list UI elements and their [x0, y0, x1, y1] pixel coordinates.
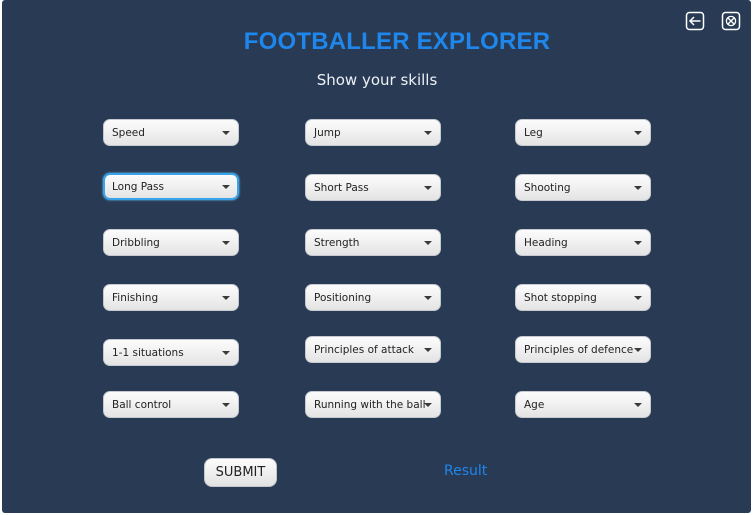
- chevron-down-icon: [424, 186, 432, 190]
- chevron-down-icon: [634, 131, 642, 135]
- chevron-down-icon: [222, 351, 230, 355]
- long-pass-dropdown[interactable]: Long Pass: [103, 173, 239, 200]
- age-dropdown[interactable]: Age: [515, 391, 651, 418]
- chevron-down-icon: [634, 296, 642, 300]
- dribbling-dropdown[interactable]: Dribbling: [103, 229, 239, 256]
- chevron-down-icon: [634, 403, 642, 407]
- dropdown-label: Finishing: [112, 292, 159, 304]
- app-subtitle: Show your skills: [316, 71, 438, 89]
- chevron-down-icon: [222, 131, 230, 135]
- dropdown-label: Speed: [112, 127, 145, 139]
- chevron-down-icon: [634, 186, 642, 190]
- ball-control-dropdown[interactable]: Ball control: [103, 391, 239, 418]
- chevron-down-icon: [424, 296, 432, 300]
- dropdown-label: Shot stopping: [524, 292, 597, 304]
- shooting-dropdown[interactable]: Shooting: [515, 174, 651, 201]
- dropdown-label: Principles of attack: [314, 344, 414, 356]
- app-title: FOOTBALLER EXPLORER: [243, 28, 551, 55]
- chevron-down-icon: [634, 348, 642, 352]
- strength-dropdown[interactable]: Strength: [305, 229, 441, 256]
- principles-of-defence-dropdown[interactable]: Principles of defence: [515, 336, 651, 363]
- chevron-down-icon: [634, 241, 642, 245]
- result-link[interactable]: Result: [444, 463, 487, 479]
- chevron-down-icon: [424, 403, 432, 407]
- chevron-down-icon: [424, 131, 432, 135]
- finishing-dropdown[interactable]: Finishing: [103, 284, 239, 311]
- dropdown-label: Strength: [314, 237, 360, 249]
- submit-button[interactable]: SUBMIT: [204, 458, 277, 487]
- dropdown-label: Positioning: [314, 292, 372, 304]
- chevron-down-icon: [222, 296, 230, 300]
- heading-dropdown[interactable]: Heading: [515, 229, 651, 256]
- dropdown-label: Shooting: [524, 182, 571, 194]
- dropdown-label: Running with the ball: [314, 399, 426, 411]
- chevron-down-icon: [424, 241, 432, 245]
- dropdown-label: Principles of defence: [524, 344, 634, 356]
- jump-dropdown[interactable]: Jump: [305, 119, 441, 146]
- leg-dropdown[interactable]: Leg: [515, 119, 651, 146]
- chevron-down-icon: [424, 348, 432, 352]
- dropdown-label: Short Pass: [314, 182, 369, 194]
- positioning-dropdown[interactable]: Positioning: [305, 284, 441, 311]
- shot-stopping-dropdown[interactable]: Shot stopping: [515, 284, 651, 311]
- dropdown-label: Heading: [524, 237, 568, 249]
- dropdown-label: Age: [524, 399, 545, 411]
- one-on-one-situations-dropdown[interactable]: 1-1 situations: [103, 339, 239, 366]
- dropdown-label: Long Pass: [112, 181, 164, 193]
- dropdown-label: Leg: [524, 127, 543, 139]
- chevron-down-icon: [222, 403, 230, 407]
- dropdown-label: 1-1 situations: [112, 347, 184, 359]
- dropdown-label: Dribbling: [112, 237, 160, 249]
- dropdown-label: Ball control: [112, 399, 172, 411]
- running-with-the-ball-dropdown[interactable]: Running with the ball: [305, 391, 441, 418]
- short-pass-dropdown[interactable]: Short Pass: [305, 174, 441, 201]
- app-window: FOOTBALLER EXPLORER Show your skills Spe…: [2, 0, 751, 513]
- chevron-down-icon: [222, 185, 230, 189]
- dropdown-label: Jump: [314, 127, 341, 139]
- speed-dropdown[interactable]: Speed: [103, 119, 239, 146]
- principles-of-attack-dropdown[interactable]: Principles of attack: [305, 336, 441, 363]
- chevron-down-icon: [222, 241, 230, 245]
